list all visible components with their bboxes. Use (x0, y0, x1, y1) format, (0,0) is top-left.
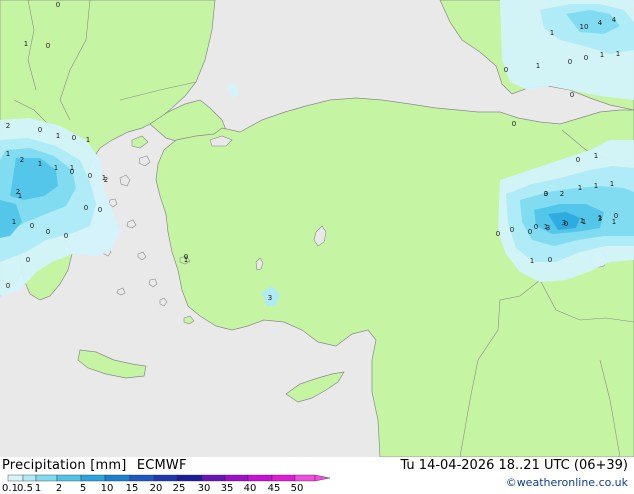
precip-value-label: 0 (98, 206, 102, 214)
precip-value-label: 1 (38, 160, 42, 168)
precip-value-label: 3 (268, 294, 272, 302)
precip-value-label: 0 (534, 223, 538, 231)
precip-value-label: 0 (26, 256, 30, 264)
precip-value-label: 0 (584, 54, 588, 62)
legend-swatch (56, 474, 82, 482)
precip-value-label: 4 (612, 16, 617, 24)
precip-value-label: 1 (18, 192, 22, 200)
legend-tick-label: 0.1 (2, 483, 18, 494)
precip-value-label: 3 (544, 190, 548, 198)
legend-swatch (224, 474, 249, 482)
precip-value-label: 0 (548, 256, 552, 264)
precip-value-label: 0 (614, 212, 618, 220)
precip-value-label: 4 (598, 19, 603, 27)
precip-value-label: 0 (512, 120, 516, 128)
precip-value-label: 1 (600, 51, 604, 59)
legend-tick-label: 1 (34, 483, 42, 494)
credit-link[interactable]: ©weatheronline.co.uk (506, 476, 628, 489)
legend-swatch (176, 474, 203, 482)
legend-swatch (104, 474, 131, 482)
precip-value-label: 0 (46, 228, 50, 236)
legend-swatch (271, 474, 296, 482)
precip-value-label: 1 (24, 40, 28, 48)
legend-swatch (294, 474, 316, 482)
legend-tick-label: 30 (197, 483, 211, 494)
precip-value-label: 0 (64, 232, 68, 240)
precip-value-label: 0 (510, 226, 514, 234)
precip-value-label: 1 (536, 62, 540, 70)
precip-value-label: 0 (496, 230, 500, 238)
precip-value-label: 0 (504, 66, 508, 74)
precip-value-label: 2 (560, 190, 564, 198)
precip-value-label: 1 (184, 256, 188, 264)
precip-value-label: 1 (6, 150, 10, 158)
precip-value-label: 1 (54, 164, 58, 172)
legend-swatch (22, 474, 37, 482)
legend-tick-label: 50 (290, 483, 304, 494)
legend-swatch (201, 474, 226, 482)
precip-value-label: 1 (580, 217, 584, 225)
legend-tick-label: 25 (172, 483, 186, 494)
precip-value-label: 1 (86, 136, 90, 144)
precip-value-label: 1 (610, 180, 614, 188)
precip-value-label: 0 (528, 228, 532, 236)
precip-value-label: 1 (594, 152, 598, 160)
precip-value-label: 1 (598, 214, 602, 222)
footer: Precipitation [mm] ECMWF Tu 14-04-2026 1… (0, 457, 634, 494)
legend-tick-label: 35 (220, 483, 234, 494)
precip-value-label: 0 (84, 204, 88, 212)
precip-value-label: 10 (580, 23, 589, 31)
precip-value-label: 1 (70, 164, 74, 172)
precip-value-label: 0 (30, 222, 34, 230)
legend-tick-label: 40 (243, 483, 257, 494)
legend-swatch (247, 474, 273, 482)
legend-tick-label: 45 (267, 483, 281, 494)
legend-tick-label: 2 (55, 483, 63, 494)
legend-tick-label: 5 (79, 483, 87, 494)
precip-value-label: 2 (6, 122, 10, 130)
map-canvas: 01 022 1 1 0 0 210101200 00 0001111010 0 0103 21 1 10… (0, 0, 634, 457)
precip-value-label: 0 (56, 1, 60, 9)
precip-value-label: 1 (12, 218, 16, 226)
legend-swatch (35, 474, 58, 482)
precip-value-label: 0 (88, 172, 92, 180)
map-title: Precipitation [mm] ECMWF (2, 458, 193, 473)
legend-tick-label: 0.5 (17, 483, 33, 494)
valid-time: Tu 14-04-2026 18..21 UTC (06+39) (400, 458, 628, 473)
precip-value-label: 0 (6, 282, 10, 290)
precip-value-label: 0 (72, 134, 76, 142)
precip-value-label: 0 (38, 126, 42, 134)
precip-value-label: 0 (570, 91, 574, 99)
product-label: Precipitation [mm] (2, 458, 127, 473)
legend-swatch (129, 474, 155, 482)
precip-value-label: 0 (564, 220, 568, 228)
precip-value-label: 0 (568, 58, 572, 66)
legend-swatch (153, 474, 178, 482)
legend-overflow-arrow (314, 474, 331, 482)
legend-swatch (7, 474, 24, 482)
precip-value-label: 1 (616, 50, 620, 58)
precip-value-label: 1 (578, 184, 582, 192)
precip-value-label: 1 (550, 29, 554, 37)
precip-value-label: 2 (20, 156, 24, 164)
legend-tick-label: 20 (149, 483, 163, 494)
legend-swatch (80, 474, 106, 482)
map-panel: 0102211002101012000000011110100010321110… (0, 0, 634, 457)
legend-tick-label: 10 (100, 483, 114, 494)
model-label: ECMWF (136, 458, 187, 473)
precip-value-label: 0 (576, 156, 580, 164)
precip-value-label: 1 (530, 257, 534, 265)
legend-tick-label: 15 (125, 483, 139, 494)
precip-value-label: 1 (102, 174, 106, 182)
precip-value-label: 1 (594, 182, 598, 190)
precip-value-label: 3 (546, 224, 550, 232)
precip-value-label: 0 (46, 42, 50, 50)
precip-value-label: 1 (56, 132, 60, 140)
